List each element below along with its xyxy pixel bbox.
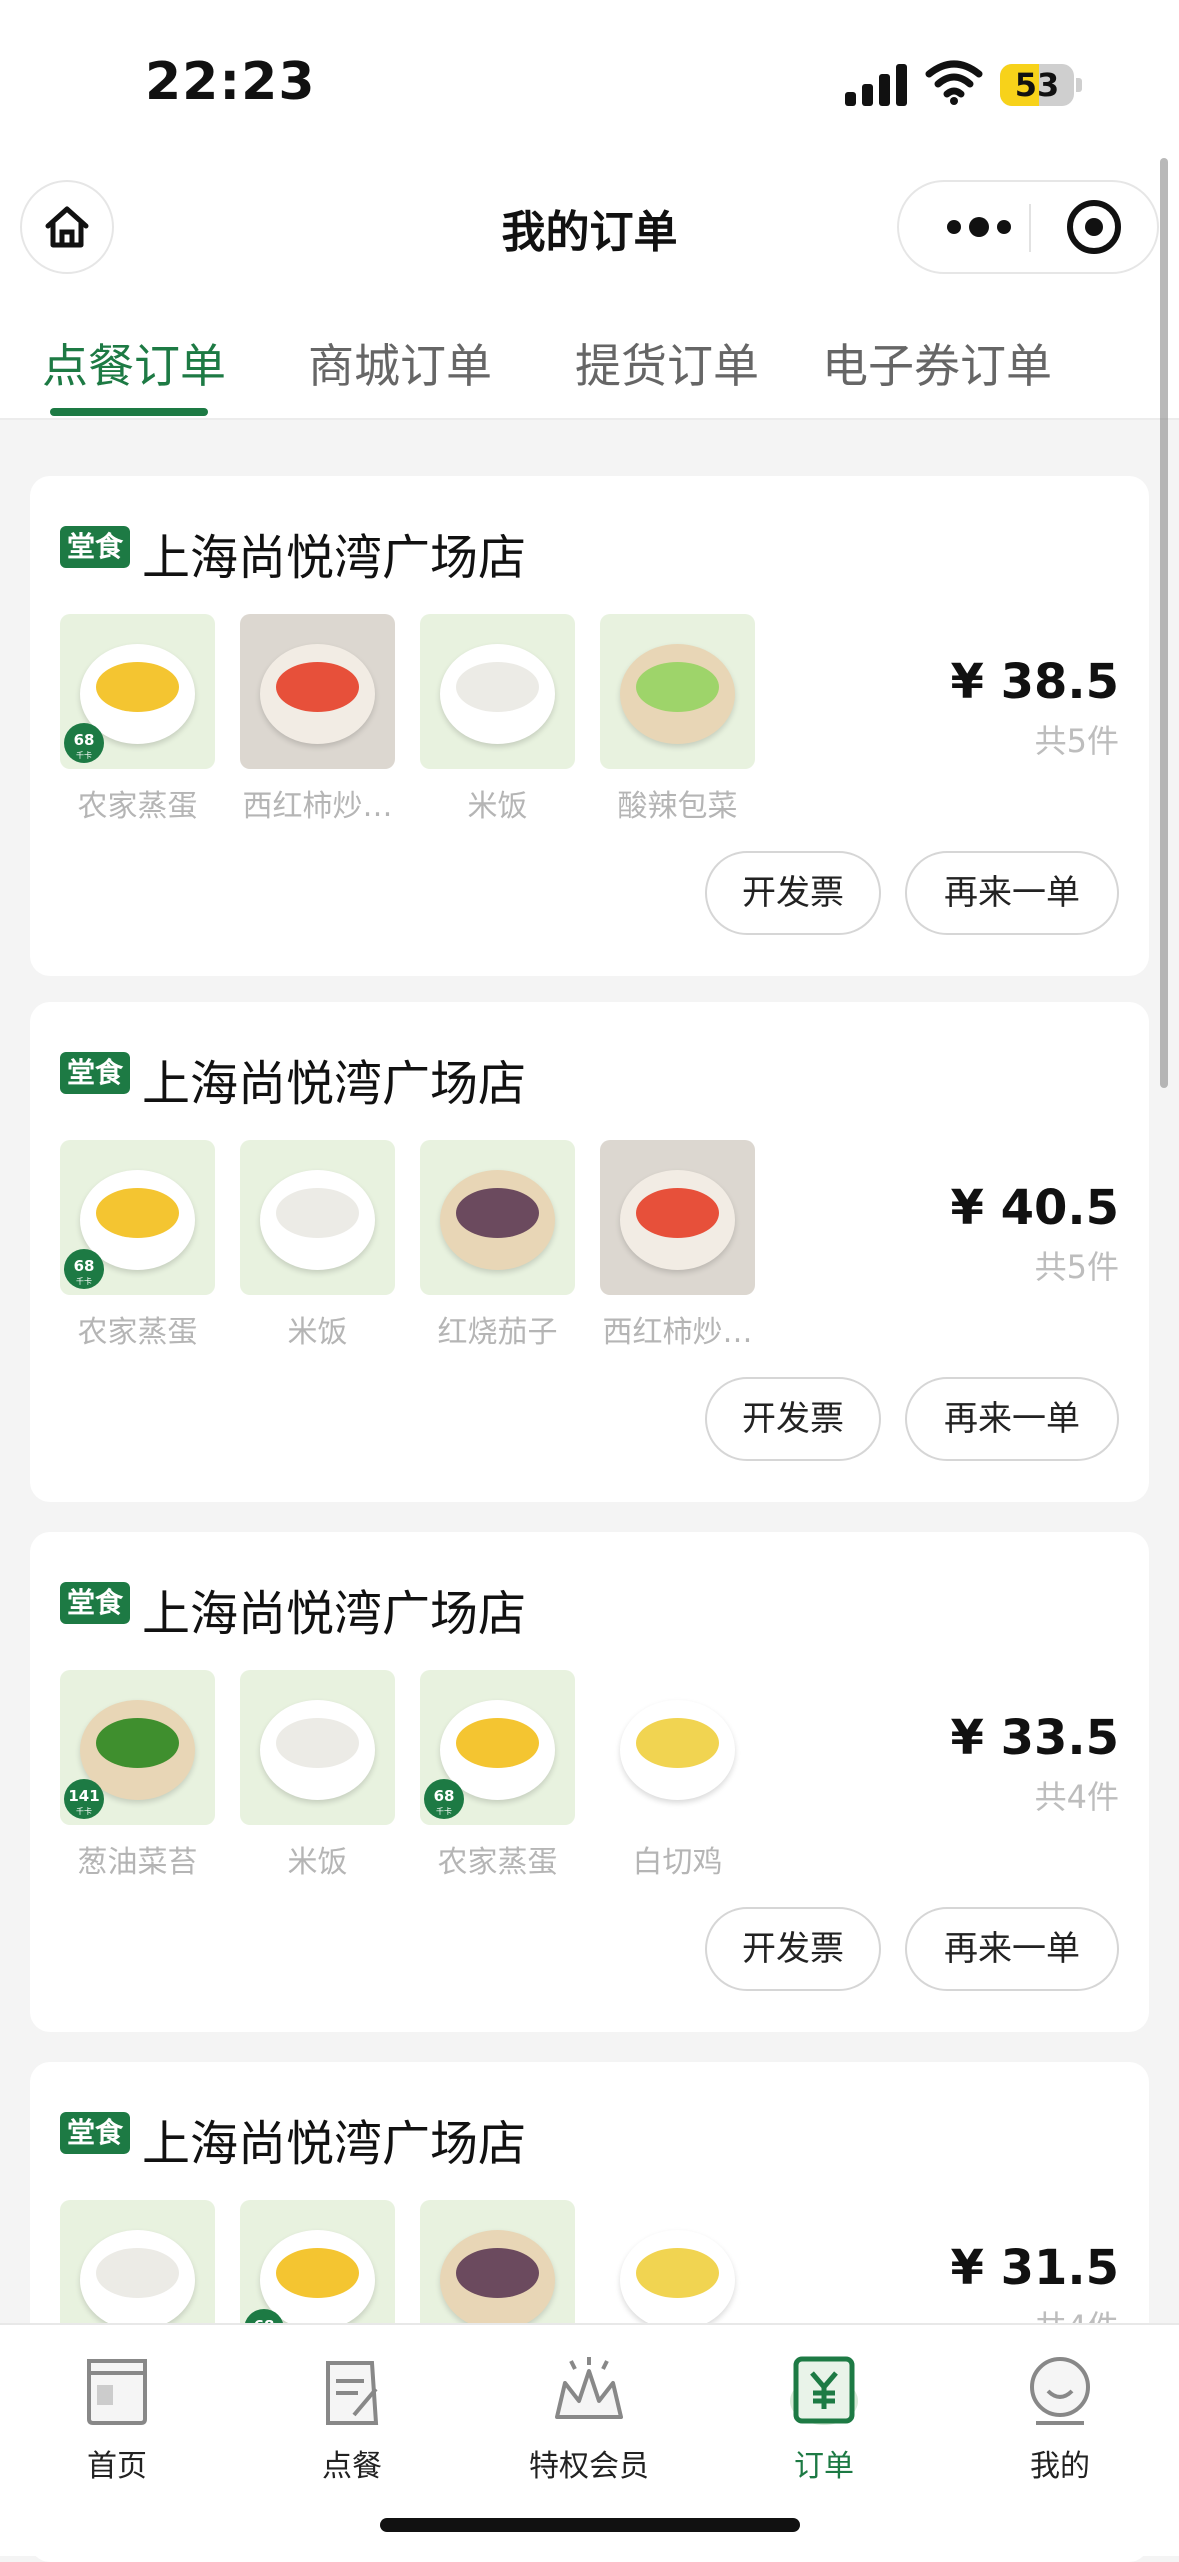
greens-dish-image: 141 千卡 [60, 1670, 215, 1825]
tab-ecoupon-orders[interactable]: 电子券订单 [822, 330, 1052, 396]
chicken-dish-image [600, 1670, 755, 1825]
item-name: 农家蒸蛋 [77, 1315, 198, 1350]
wifi-icon [925, 60, 983, 105]
issue-invoice-button[interactable]: 开发票 [705, 851, 881, 935]
bottom-nav-orders[interactable]: 订单 [734, 2353, 914, 2485]
bottom-nav-membership[interactable]: 特权会员 [499, 2353, 679, 2485]
calorie-badge: 141 千卡 [64, 1779, 104, 1819]
order-item: 米饭 [420, 614, 575, 825]
bottom-nav-home[interactable]: 首页 [27, 2353, 207, 2485]
steamed-egg-dish-image: 68千卡 [420, 1670, 575, 1825]
tab-pickup-orders[interactable]: 提货订单 [575, 330, 759, 396]
battery-cap [1076, 78, 1082, 92]
store-name: 上海尚悦湾广场店 [142, 1586, 527, 1642]
order-item: 68千卡 农家蒸蛋 [60, 614, 215, 825]
home-icon [87, 2359, 147, 2425]
tomato-egg-dish-image [600, 1140, 755, 1295]
store-name: 上海尚悦湾广场店 [142, 1056, 527, 1112]
issue-invoice-button[interactable]: 开发票 [705, 1907, 881, 1991]
order-item: 白切鸡 [600, 1670, 755, 1881]
dine-in-badge: 堂食 [60, 1052, 130, 1094]
item-name: 米饭 [287, 1315, 348, 1350]
rice-dish-image [420, 614, 575, 769]
miniapp-capsule [897, 180, 1159, 274]
order-item: 68千卡 农家蒸蛋 [420, 1670, 575, 1881]
bottom-nav-order-food[interactable]: 点餐 [262, 2353, 442, 2485]
cabbage-dish-image [600, 614, 755, 769]
reorder-button[interactable]: 再来一单 [905, 1377, 1119, 1461]
item-name: 白切鸡 [632, 1845, 723, 1880]
item-name: 农家蒸蛋 [437, 1845, 558, 1880]
item-name: 农家蒸蛋 [77, 789, 198, 824]
calorie-badge: 68千卡 [424, 1779, 464, 1819]
status-bar: 22:23 53 [0, 0, 1179, 160]
rice-dish-image [240, 1140, 395, 1295]
tab-mall-orders[interactable]: 商城订单 [308, 330, 492, 396]
item-name: 葱油菜苔 [77, 1845, 198, 1880]
order-total-price: ¥ 31.5 [950, 2240, 1119, 2296]
reorder-button[interactable]: 再来一单 [905, 1907, 1119, 1991]
issue-invoice-button[interactable]: 开发票 [705, 1377, 881, 1461]
order-item-count: 共5件 [1034, 1248, 1119, 1286]
cellular-signal-icon [845, 64, 907, 106]
order-item: 西红柿炒… [600, 1140, 755, 1351]
battery-percent: 53 [1014, 66, 1060, 104]
bottom-nav-label: 我的 [1030, 2449, 1090, 2484]
steamed-egg-dish-image: 68千卡 [60, 1140, 215, 1295]
dine-in-badge: 堂食 [60, 526, 130, 568]
dine-in-badge: 堂食 [60, 2112, 130, 2154]
item-name: 西红柿炒… [242, 789, 393, 824]
close-miniapp-icon[interactable] [1067, 200, 1121, 254]
order-item: 酸辣包菜 [600, 614, 755, 825]
yen-bag-icon [790, 2356, 858, 2425]
item-name: 米饭 [467, 789, 528, 824]
profile-icon [1030, 2357, 1090, 2425]
store-name: 上海尚悦湾广场店 [142, 530, 527, 586]
order-total-price: ¥ 38.5 [950, 654, 1119, 710]
order-item: 米饭 [240, 1140, 395, 1351]
order-item: 西红柿炒… [240, 614, 395, 825]
order-food-icon [326, 2361, 379, 2425]
order-item: 141 千卡 葱油菜苔 [60, 1670, 215, 1881]
order-item: 68千卡 农家蒸蛋 [60, 1140, 215, 1351]
order-item: 米饭 [240, 1670, 395, 1881]
navigation-bar: 我的订单 [0, 160, 1179, 290]
calorie-badge: 68千卡 [64, 1249, 104, 1289]
active-tab-indicator [50, 408, 208, 416]
tab-dining-orders[interactable]: 点餐订单 [42, 330, 226, 396]
rice-dish-image [240, 1670, 395, 1825]
bottom-nav-label: 订单 [794, 2449, 854, 2484]
item-name: 酸辣包菜 [617, 789, 738, 824]
order-item-count: 共4件 [1034, 1778, 1119, 1816]
bottom-nav-label: 特权会员 [529, 2449, 649, 2484]
order-card[interactable]: 堂食 上海尚悦湾广场店 141 千卡 葱油菜苔 米饭 68 千卡 农家蒸蛋 白切… [30, 1532, 1149, 2032]
eggplant-dish-image [420, 1140, 575, 1295]
reorder-button[interactable]: 再来一单 [905, 851, 1119, 935]
order-card[interactable]: 堂食 上海尚悦湾广场店 68 千卡 农家蒸蛋 西红柿炒… 米饭 酸辣包菜 ¥ 3… [30, 476, 1149, 976]
item-name: 红烧茄子 [437, 1315, 558, 1350]
bottom-nav-profile[interactable]: 我的 [970, 2353, 1150, 2485]
store-name: 上海尚悦湾广场店 [142, 2116, 527, 2172]
dine-in-badge: 堂食 [60, 1582, 130, 1624]
order-item: 红烧茄子 [420, 1140, 575, 1351]
tomato-egg-dish-image [240, 614, 395, 769]
item-name: 西红柿炒… [602, 1315, 753, 1350]
calorie-badge: 68千卡 [64, 723, 104, 763]
steamed-egg-dish-image: 68千卡 [60, 614, 215, 769]
bottom-nav-label: 点餐 [322, 2449, 382, 2484]
bottom-nav-label: 首页 [87, 2449, 147, 2484]
home-indicator[interactable] [380, 2518, 800, 2532]
order-total-price: ¥ 33.5 [950, 1710, 1119, 1766]
status-time: 22:23 [145, 52, 316, 112]
crown-icon [555, 2357, 623, 2419]
order-card[interactable]: 堂食 上海尚悦湾广场店 68 千卡 农家蒸蛋 米饭 红烧茄子 西红柿炒… ¥ 4… [30, 1002, 1149, 1502]
battery-indicator: 53 [1000, 64, 1074, 106]
order-type-tabs: 点餐订单 商城订单 提货订单 电子券订单 [0, 290, 1179, 420]
item-name: 米饭 [287, 1845, 348, 1880]
more-options-icon[interactable] [929, 182, 1029, 272]
order-total-price: ¥ 40.5 [950, 1180, 1119, 1236]
scrollbar[interactable] [1160, 158, 1168, 1088]
capsule-divider [1029, 204, 1031, 252]
order-item-count: 共5件 [1034, 722, 1119, 760]
